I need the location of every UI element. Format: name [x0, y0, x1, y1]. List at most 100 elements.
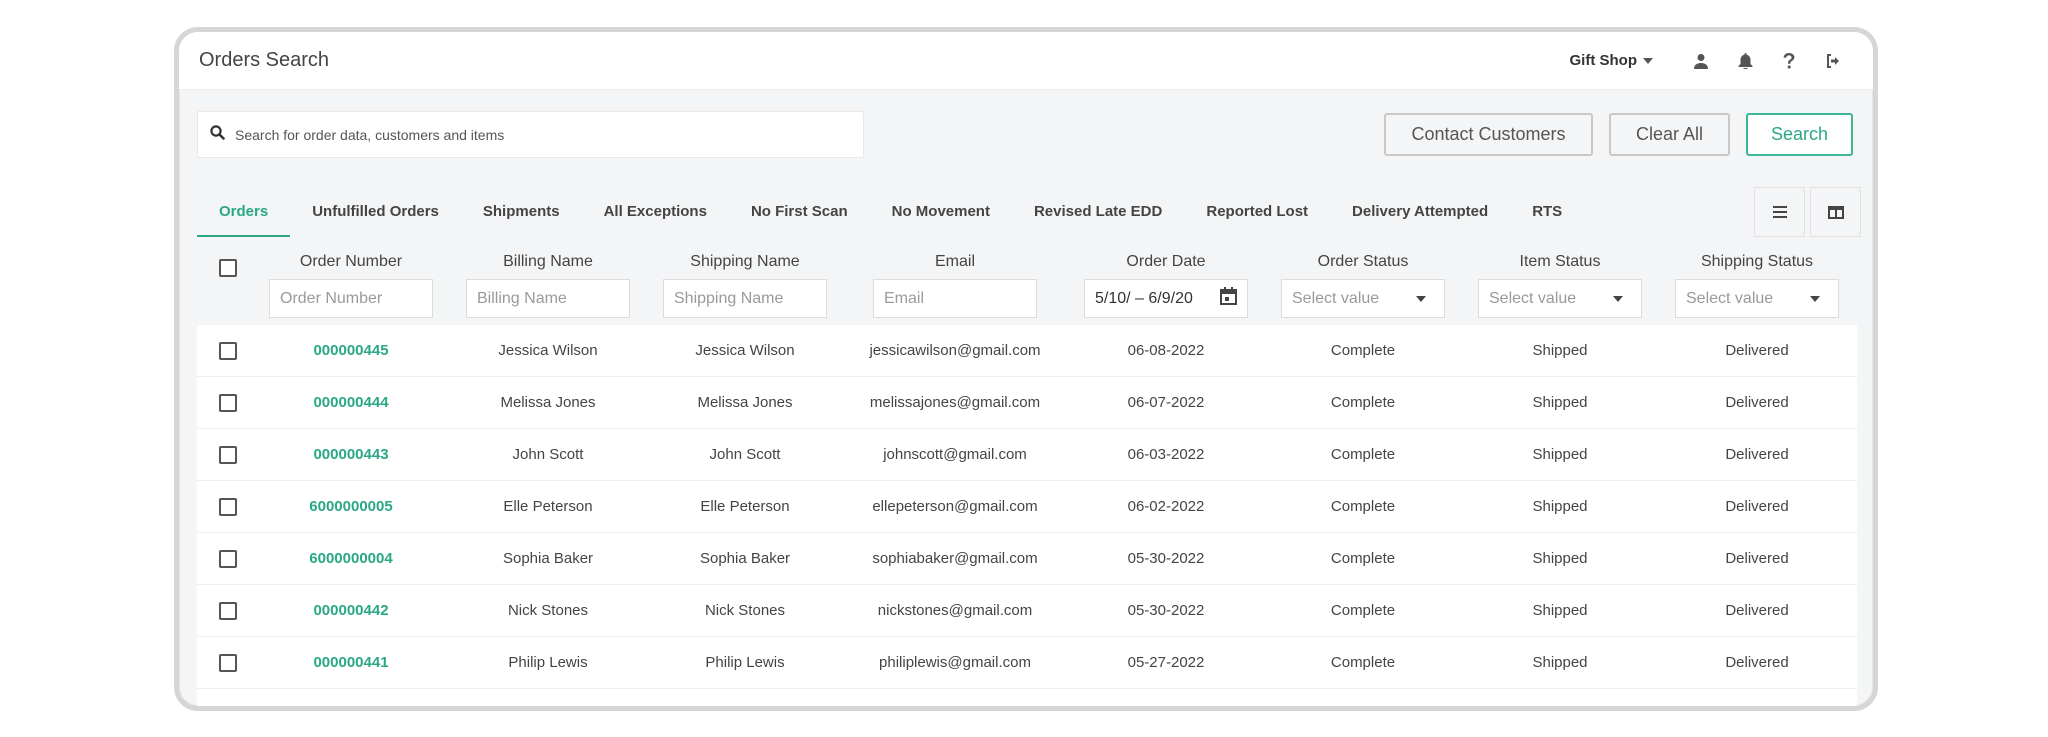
billing-name-cell: John Scott	[512, 446, 584, 463]
search-input[interactable]	[235, 126, 863, 143]
order-status-cell: Complete	[1330, 446, 1396, 463]
item-status-cell: Shipped	[1532, 498, 1588, 515]
help-icon[interactable]	[1767, 46, 1811, 76]
billing-name-cell: Jessica Wilson	[498, 342, 598, 359]
billing-name-filter[interactable]	[466, 279, 630, 318]
tab-no-first-scan[interactable]: No First Scan	[729, 187, 870, 237]
order-date-filter[interactable]: 5/10/ – 6/9/20	[1084, 279, 1248, 318]
column-header-order-status: Order Status	[1317, 253, 1409, 270]
calendar-icon[interactable]	[1220, 287, 1237, 310]
view-toggle	[1754, 187, 1861, 237]
shipping-status-cell: Delivered	[1725, 446, 1789, 463]
order-status-cell: Complete	[1330, 550, 1396, 567]
tab-shipments[interactable]: Shipments	[461, 187, 582, 237]
item-status-cell: Shipped	[1532, 446, 1588, 463]
table-row[interactable]: 000000443 John Scott John Scott johnscot…	[197, 429, 1857, 481]
order-date-cell: 05-30-2022	[1127, 550, 1205, 567]
shipping-name-filter[interactable]	[663, 279, 827, 318]
chevron-down-icon	[1810, 295, 1820, 302]
shipping-status-select[interactable]: Select value	[1675, 279, 1839, 318]
item-status-cell: Shipped	[1532, 394, 1588, 411]
user-icon[interactable]	[1679, 46, 1723, 76]
billing-name-cell: Philip Lewis	[508, 654, 588, 671]
row-checkbox[interactable]	[219, 394, 237, 412]
item-status-cell: Shipped	[1532, 550, 1588, 567]
email-cell: sophiabaker@gmail.com	[872, 550, 1038, 567]
order-number-link[interactable]: 000000443	[269, 429, 433, 481]
email-cell: melissajones@gmail.com	[869, 394, 1041, 411]
row-checkbox[interactable]	[219, 446, 237, 464]
order-date-cell: 05-27-2022	[1127, 654, 1205, 671]
clear-all-button[interactable]: Clear All	[1609, 113, 1730, 156]
billing-name-cell: Melissa Jones	[500, 394, 596, 411]
tab-orders[interactable]: Orders	[197, 187, 291, 237]
billing-name-cell: Elle Peterson	[503, 498, 593, 515]
orders-search-window: Orders Search Gift Shop Contact	[174, 27, 1878, 711]
email-filter[interactable]	[873, 279, 1037, 318]
email-cell: nickstones@gmail.com	[877, 602, 1033, 619]
order-number-link[interactable]: 000000441	[269, 637, 433, 689]
chevron-down-icon	[1643, 57, 1653, 64]
column-header-email: Email	[934, 253, 975, 270]
row-checkbox[interactable]	[219, 342, 237, 360]
header-actions: Gift Shop	[1570, 46, 1856, 76]
shipping-name-cell: Elle Peterson	[700, 498, 790, 515]
tab-reported-lost[interactable]: Reported Lost	[1184, 187, 1330, 237]
row-checkbox[interactable]	[219, 654, 237, 672]
tab-rts[interactable]: RTS	[1510, 187, 1584, 237]
table-row[interactable]: 000000441 Philip Lewis Philip Lewis phil…	[197, 637, 1857, 689]
shipping-name-cell: Nick Stones	[704, 602, 786, 619]
logout-icon[interactable]	[1811, 46, 1855, 76]
column-view-icon[interactable]	[1810, 187, 1861, 237]
search-bar	[197, 111, 864, 158]
shipping-name-cell: Philip Lewis	[705, 654, 785, 671]
order-number-link[interactable]: 000000445	[269, 325, 433, 377]
tab-delivery-attempted[interactable]: Delivery Attempted	[1330, 187, 1510, 237]
shipping-status-select-value: Select value	[1686, 289, 1774, 307]
select-all-checkbox[interactable]	[219, 259, 237, 277]
row-checkbox[interactable]	[219, 550, 237, 568]
order-date-cell: 06-03-2022	[1127, 446, 1205, 463]
table-row[interactable]: 000000445 Jessica Wilson Jessica Wilson …	[197, 325, 1857, 377]
shipping-name-cell: Jessica Wilson	[695, 342, 795, 359]
search-button[interactable]: Search	[1746, 113, 1853, 156]
order-number-link[interactable]: 000000444	[269, 377, 433, 429]
column-header-order-number: Order Number	[299, 253, 403, 270]
column-header-item-status: Item Status	[1519, 253, 1601, 270]
bell-icon[interactable]	[1723, 46, 1767, 76]
order-status-cell: Complete	[1330, 602, 1396, 619]
order-number-link[interactable]: 6000000004	[269, 533, 433, 585]
table-row[interactable]: 6000000004 Sophia Baker Sophia Baker sop…	[197, 533, 1857, 585]
row-checkbox[interactable]	[219, 498, 237, 516]
order-status-select[interactable]: Select value	[1281, 279, 1445, 318]
order-status-select-value: Select value	[1292, 289, 1380, 307]
order-number-filter[interactable]	[269, 279, 433, 318]
shipping-name-cell: Melissa Jones	[697, 394, 793, 411]
tab-unfulfilled-orders[interactable]: Unfulfilled Orders	[290, 187, 461, 237]
table-row[interactable]: 000000442 Nick Stones Nick Stones nickst…	[197, 585, 1857, 637]
search-icon	[210, 124, 225, 145]
chevron-down-icon	[1416, 295, 1426, 302]
table-row[interactable]: 6000000005 Elle Peterson Elle Peterson e…	[197, 481, 1857, 533]
tab-all-exceptions[interactable]: All Exceptions	[582, 187, 729, 237]
chevron-down-icon	[1613, 295, 1623, 302]
order-number-link[interactable]: 6000000005	[269, 481, 433, 533]
order-number-link[interactable]: 000000442	[269, 585, 433, 637]
column-header-billing-name: Billing Name	[503, 253, 593, 270]
shipping-status-cell: Delivered	[1725, 394, 1789, 411]
item-status-select-value: Select value	[1489, 289, 1577, 307]
store-selector[interactable]: Gift Shop	[1570, 52, 1653, 69]
tab-no-movement[interactable]: No Movement	[870, 187, 1012, 237]
page-title: Orders Search	[199, 49, 330, 71]
table-header: Order Number Billing Name Shipping Name …	[197, 237, 1857, 325]
shipping-name-cell: Sophia Baker	[699, 550, 791, 567]
order-date-cell: 06-08-2022	[1127, 342, 1205, 359]
order-status-cell: Complete	[1330, 342, 1396, 359]
order-date-range: 5/10/ – 6/9/20	[1095, 289, 1193, 307]
row-checkbox[interactable]	[219, 602, 237, 620]
contact-customers-button[interactable]: Contact Customers	[1384, 113, 1593, 156]
item-status-select[interactable]: Select value	[1478, 279, 1642, 318]
tab-revised-late-edd[interactable]: Revised Late EDD	[1012, 187, 1184, 237]
table-row[interactable]: 000000444 Melissa Jones Melissa Jones me…	[197, 377, 1857, 429]
list-view-icon[interactable]	[1754, 187, 1805, 237]
